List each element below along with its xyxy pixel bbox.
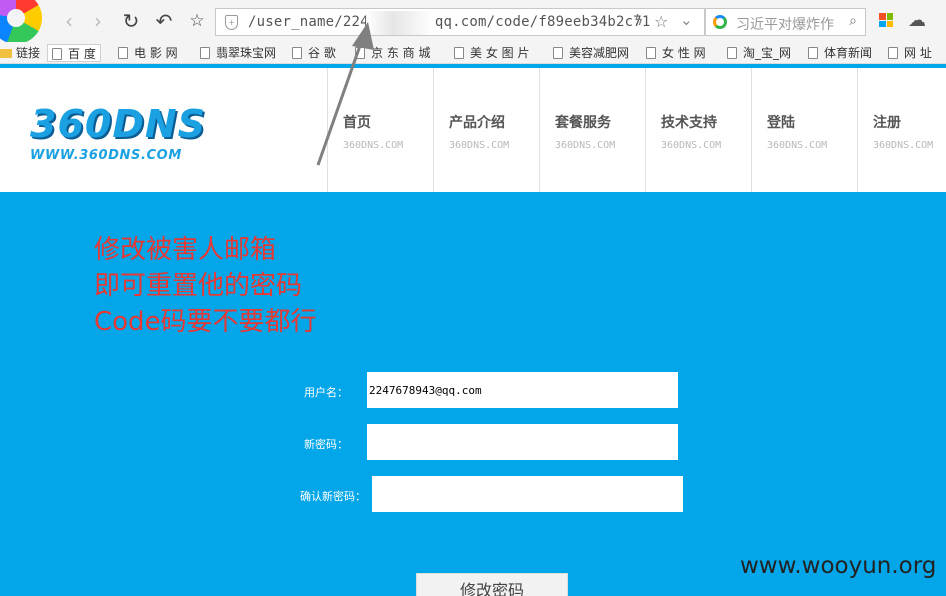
page-icon — [646, 47, 656, 59]
bookmark-item[interactable]: 美 女 图 片 — [454, 44, 529, 62]
nav-title: 产品介绍 — [449, 115, 505, 131]
bookmarks-bar: 链接 百 度 电 影 网 翡翠珠宝网 谷 歌 京 东 商 城 美 女 图 片 美… — [0, 42, 946, 64]
page-icon — [454, 47, 464, 59]
page-icon — [888, 47, 898, 59]
bookmark-item[interactable]: 美容减肥网 — [553, 44, 629, 62]
nav-subtitle: 360DNS.COM — [449, 140, 510, 151]
site-header: 360DNS WWW.360DNS.COM 首页 360DNS.COM 产品介绍 3… — [0, 68, 946, 192]
bookmark-links[interactable]: 链接 — [0, 44, 40, 62]
cloud-icon[interactable]: ☁ — [908, 10, 926, 31]
bookmark-item[interactable]: 女 性 网 — [646, 44, 706, 62]
note-line-3: Code码要不要都行 — [94, 307, 317, 337]
browser-logo-icon[interactable] — [0, 0, 42, 44]
site-logo[interactable]: 360DNS — [30, 102, 206, 146]
page-icon — [727, 47, 737, 59]
nav-subtitle: 360DNS.COM — [661, 140, 722, 151]
new-password-label: 新密码： — [304, 438, 348, 451]
bookmark-star-icon[interactable]: ☆ — [654, 12, 668, 31]
back-icon[interactable]: ‹ — [58, 10, 80, 32]
search-engine-icon — [713, 15, 727, 29]
nav-title: 登陆 — [767, 115, 795, 131]
note-line-1: 修改被害人邮箱 — [94, 235, 277, 265]
page-icon — [52, 48, 62, 60]
folder-icon — [0, 49, 12, 58]
nav-item-support[interactable]: 技术支持 360DNS.COM — [645, 68, 751, 192]
username-label: 用户名： — [304, 386, 348, 399]
nav-item-login[interactable]: 登陆 360DNS.COM — [751, 68, 857, 192]
watermark: www.wooyun.org — [740, 553, 937, 579]
page-icon — [553, 47, 563, 59]
refresh-icon[interactable]: ↻ — [120, 10, 142, 32]
annotation-arrow — [316, 22, 374, 166]
page-icon — [808, 47, 818, 59]
nav-title: 套餐服务 — [555, 115, 611, 131]
apps-grid-icon[interactable] — [879, 13, 893, 27]
undo-icon[interactable]: ↶ — [153, 10, 175, 32]
bookmark-item[interactable]: 网 址 — [888, 44, 932, 62]
forward-icon[interactable]: › — [87, 10, 109, 32]
nav-item-products[interactable]: 产品介绍 360DNS.COM — [433, 68, 539, 192]
bookmark-item[interactable]: 电 影 网 — [118, 44, 178, 62]
nav-subtitle: 360DNS.COM — [873, 140, 934, 151]
site-logo-url: WWW.360DNS.COM — [30, 148, 182, 163]
page-icon — [118, 47, 128, 59]
nav-title: 注册 — [873, 115, 901, 131]
change-password-button[interactable]: 修改密码 — [416, 573, 568, 596]
bookmark-item[interactable]: 百 度 — [47, 44, 101, 62]
lightning-icon[interactable]: ϟ — [634, 13, 643, 29]
bookmark-item[interactable]: 淘_宝_网 — [727, 44, 791, 62]
search-bar[interactable]: 习近平对爆炸作 ⌕ — [705, 8, 866, 36]
username-input[interactable] — [367, 372, 678, 408]
confirm-password-input[interactable] — [372, 476, 683, 512]
nav-subtitle: 360DNS.COM — [555, 140, 616, 151]
search-icon[interactable]: ⌕ — [849, 13, 857, 29]
chevron-down-icon[interactable]: ⌄ — [680, 11, 693, 29]
browser-toolbar: ‹ › ↻ ↶ ☆ + /user_name/224 qq.com/code/f8… — [0, 0, 946, 44]
bookmark-item[interactable]: 翡翠珠宝网 — [200, 44, 276, 62]
annotation-note: 修改被害人邮箱 即可重置他的密码 Code码要不要都行 — [94, 232, 317, 340]
main-nav: 首页 360DNS.COM 产品介绍 360DNS.COM 套餐服务 360DNS.C… — [327, 68, 946, 192]
favorite-star-icon[interactable]: ☆ — [186, 10, 208, 32]
search-input[interactable]: 习近平对爆炸作 — [736, 14, 844, 34]
nav-item-register[interactable]: 注册 360DNS.COM — [857, 68, 946, 192]
bookmark-item[interactable]: 体育新闻 — [808, 44, 872, 62]
nav-title: 技术支持 — [661, 115, 717, 131]
security-shield-icon: + — [225, 15, 238, 30]
confirm-password-label: 确认新密码： — [300, 490, 366, 503]
note-line-2: 即可重置他的密码 — [94, 271, 303, 301]
nav-subtitle: 360DNS.COM — [767, 140, 828, 151]
address-bar[interactable]: + /user_name/224 qq.com/code/f89eeb34b2c7… — [215, 8, 705, 36]
new-password-input[interactable] — [367, 424, 678, 460]
nav-item-packages[interactable]: 套餐服务 360DNS.COM — [539, 68, 645, 192]
page-icon — [200, 47, 210, 59]
